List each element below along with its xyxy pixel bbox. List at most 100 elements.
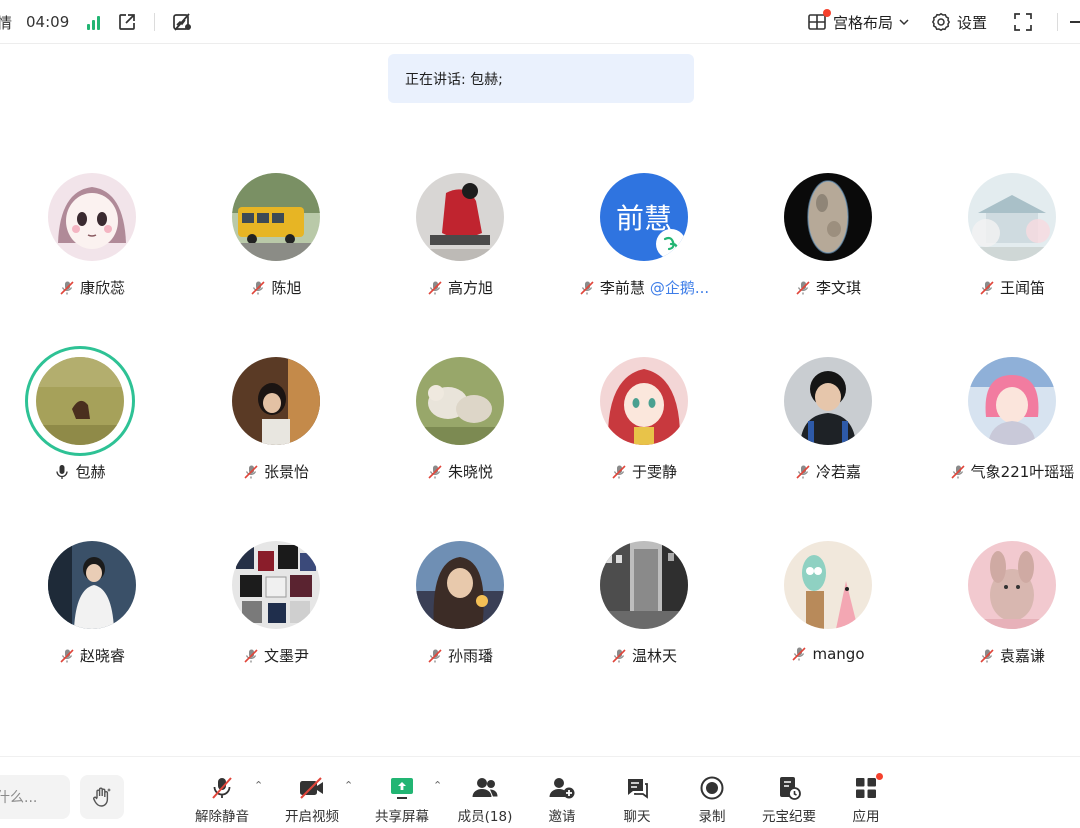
participant-tile[interactable]: 冷若嘉 <box>736 357 920 507</box>
avatar <box>48 173 136 261</box>
participant-name-row: 朱晓悦 <box>368 461 552 482</box>
avatar <box>48 541 136 629</box>
apps-icon <box>852 772 884 801</box>
invite-icon <box>548 775 576 801</box>
participant-name-row: 包赫 <box>0 461 172 482</box>
participant-tile[interactable]: 赵晓睿 <box>0 541 184 691</box>
wecom-badge-icon <box>656 229 686 259</box>
mic-muted-icon <box>980 280 994 295</box>
participant-name: 包赫 <box>75 463 106 481</box>
start-video-button[interactable]: 开启视频 <box>274 775 350 825</box>
participant-tile[interactable]: 朱晓悦 <box>368 357 552 507</box>
network-off-icon[interactable] <box>171 11 193 33</box>
chevron-up-icon[interactable]: ⌃ <box>344 779 353 792</box>
participant-name: 张景怡 <box>263 463 309 481</box>
participant-name-row: mango <box>736 645 920 663</box>
meeting-title-partial[interactable]: 情 <box>0 12 12 33</box>
raise-hand-icon <box>93 787 111 807</box>
participant-tile[interactable]: 陈旭 <box>184 173 368 323</box>
avatar <box>784 173 872 261</box>
participant-name-row: 冷若嘉 <box>736 461 920 482</box>
share-screen-icon <box>388 775 416 801</box>
participant-tile[interactable]: 气象221叶瑶瑶 <box>920 357 1080 507</box>
participant-tile[interactable]: 袁嘉谦 <box>920 541 1080 691</box>
participant-tile[interactable]: 李文琪 <box>736 173 920 323</box>
meeting-info: 情 04:09 <box>0 0 193 44</box>
gear-icon <box>931 12 951 32</box>
bottom-toolbar: 什么... 解除静音 ⌃ 开启视频 ⌃ 共享屏幕 ⌃ 成员(18) 邀请 聊天 … <box>0 756 1080 828</box>
chat-button[interactable]: 聊天 <box>599 775 675 825</box>
mic-muted-icon <box>428 464 442 479</box>
participant-name-row: 孙雨璠 <box>368 645 552 666</box>
participant-name-row: 高方旭 <box>368 277 552 298</box>
avatar <box>36 357 124 445</box>
avatar <box>600 541 688 629</box>
avatar <box>784 541 872 629</box>
participant-tile[interactable]: 文墨尹 <box>184 541 368 691</box>
grid-layout-icon <box>807 9 831 32</box>
avatar <box>416 357 504 445</box>
chevron-down-icon <box>899 19 909 26</box>
mic-muted-icon <box>244 464 258 479</box>
participant-name: 文墨尹 <box>263 647 309 665</box>
fullscreen-button[interactable] <box>1013 12 1033 32</box>
apps-button[interactable]: 应用 <box>828 772 904 825</box>
participant-name: 王闻笛 <box>999 279 1045 297</box>
chevron-up-icon[interactable]: ⌃ <box>254 779 263 792</box>
minutes-icon <box>775 775 803 801</box>
participant-tile[interactable]: 包赫 <box>0 346 172 507</box>
mic-muted-icon <box>612 464 626 479</box>
signal-strength-icon[interactable] <box>87 14 101 30</box>
participant-name-row: 温林天 <box>552 645 736 666</box>
participant-tile[interactable]: 于雯静 <box>552 357 736 507</box>
avatar <box>232 173 320 261</box>
pop-out-icon[interactable] <box>116 11 138 33</box>
settings-button[interactable]: 设置 <box>931 12 987 33</box>
participant-name-row: 康欣蕊 <box>0 277 184 298</box>
participant-tile[interactable]: 温林天 <box>552 541 736 691</box>
participant-name-row: 文墨尹 <box>184 645 368 666</box>
participant-tile[interactable]: mango <box>736 541 920 691</box>
participant-name: 李文琪 <box>815 279 861 297</box>
top-actions: 宫格布局 设置 <box>807 0 1080 44</box>
members-button[interactable]: 成员(18) <box>447 775 523 825</box>
quick-chat-input[interactable]: 什么... <box>0 775 70 819</box>
participant-tile[interactable]: 张景怡 <box>184 357 368 507</box>
share-screen-button[interactable]: 共享屏幕 <box>364 775 440 825</box>
layout-dropdown[interactable]: 宫格布局 <box>807 9 909 33</box>
mic-muted-icon <box>792 647 807 661</box>
ai-minutes-button[interactable]: 元宝纪要 <box>751 775 827 825</box>
video-off-icon <box>298 775 326 801</box>
avatar <box>968 357 1056 445</box>
participant-name-row: 袁嘉谦 <box>920 645 1080 666</box>
members-icon <box>471 775 499 801</box>
unmute-button[interactable]: 解除静音 <box>184 775 260 825</box>
invite-button[interactable]: 邀请 <box>524 775 600 825</box>
divider <box>154 13 156 31</box>
participant-tile[interactable]: 康欣蕊 <box>0 173 184 323</box>
mic-muted-icon <box>208 775 236 801</box>
minimize-icon[interactable] <box>1070 21 1080 23</box>
participant-name-row: 气象221叶瑶瑶 <box>920 461 1080 482</box>
tool-label: 聊天 <box>623 809 651 825</box>
participant-name: mango <box>812 645 865 663</box>
record-button[interactable]: 录制 <box>674 775 750 825</box>
chevron-up-icon[interactable]: ⌃ <box>433 779 442 792</box>
raise-hand-button[interactable] <box>80 775 124 819</box>
settings-label: 设置 <box>956 13 987 32</box>
avatar <box>232 541 320 629</box>
participant-tile[interactable]: 前慧 李前慧 @企鹅... <box>552 173 736 323</box>
participant-tile[interactable]: 王闻笛 <box>920 173 1080 323</box>
tool-label: 解除静音 <box>195 809 249 825</box>
participant-name: 康欣蕊 <box>79 279 125 297</box>
avatar <box>968 541 1056 629</box>
divider <box>1057 13 1058 31</box>
participant-name: 赵晓睿 <box>79 647 125 665</box>
record-icon <box>698 775 726 801</box>
participant-name-row: 陈旭 <box>184 277 368 298</box>
mic-muted-icon <box>951 464 965 479</box>
mic-muted-icon <box>980 648 994 663</box>
mic-muted-icon <box>251 280 266 295</box>
participant-tile[interactable]: 高方旭 <box>368 173 552 323</box>
participant-tile[interactable]: 孙雨璠 <box>368 541 552 691</box>
